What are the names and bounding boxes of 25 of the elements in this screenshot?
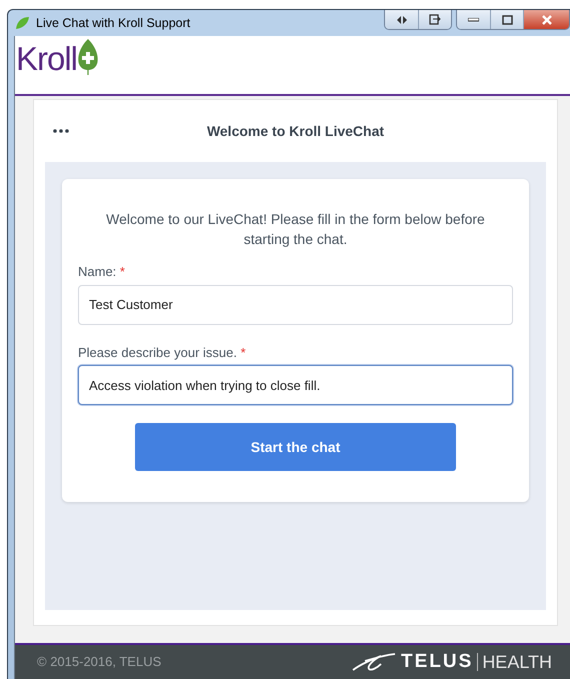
maximize-icon xyxy=(502,14,512,24)
brand-suffix: HEALTH xyxy=(482,650,552,674)
code-view-button[interactable] xyxy=(385,10,418,29)
start-chat-button[interactable]: Start the chat xyxy=(135,423,456,471)
close-icon xyxy=(540,14,552,24)
issue-field[interactable]: Access violation when trying to close fill. xyxy=(78,365,513,405)
signature-swoosh-icon xyxy=(351,652,398,672)
logo-text: Kroll xyxy=(16,42,78,75)
field-label: Please describe your issue. * xyxy=(78,344,247,362)
code-arrows-icon xyxy=(394,14,408,24)
window-tool-button[interactable] xyxy=(418,10,451,29)
maximize-button[interactable] xyxy=(490,10,523,29)
leaf-icon xyxy=(15,16,30,30)
export-icon xyxy=(429,14,441,25)
field-label: Name: * xyxy=(78,263,126,281)
brand-name: TELUS xyxy=(401,650,474,674)
minimize-icon xyxy=(468,18,479,22)
copyright-text: © 2015-2016, TELUS xyxy=(37,653,162,672)
close-button[interactable] xyxy=(523,10,569,29)
name-field[interactable]: Test Customer xyxy=(78,284,513,324)
chat-title: Welcome to Kroll LiveChat xyxy=(206,122,384,140)
more-icon[interactable] xyxy=(53,129,69,133)
intro-text: Welcome to our LiveChat! Please fill in the form below before starting the chat. xyxy=(105,210,486,249)
minimize-button[interactable] xyxy=(457,10,490,29)
window-title: Live Chat with Kroll Support xyxy=(36,14,190,32)
